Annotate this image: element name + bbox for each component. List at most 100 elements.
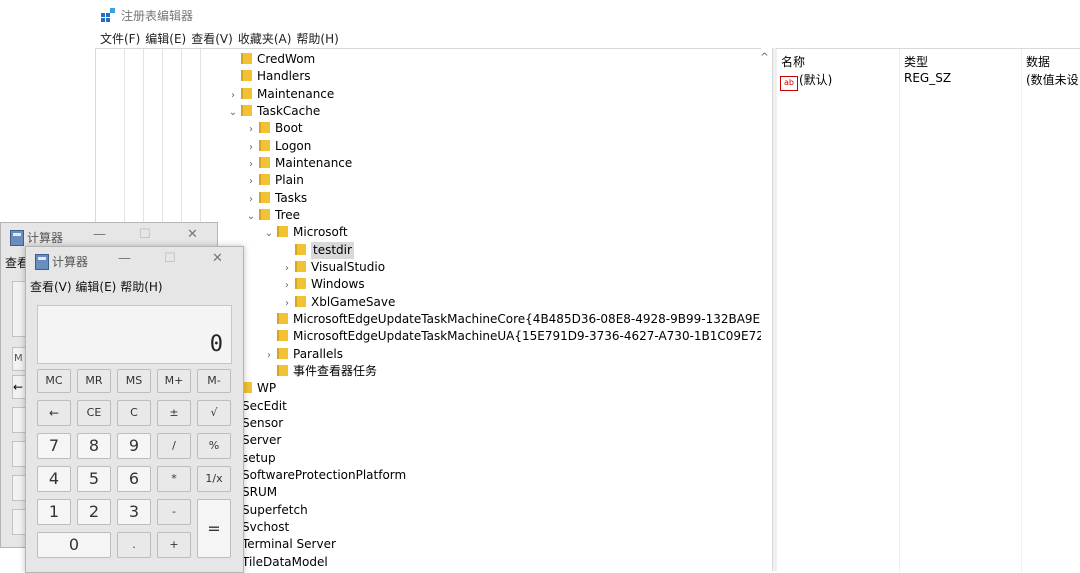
tree-node[interactable]: ⌄ Microsoft bbox=[262, 224, 348, 241]
chevron-right-icon[interactable]: › bbox=[262, 347, 276, 364]
operator-key[interactable]: + bbox=[157, 532, 191, 558]
chevron-right-icon[interactable]: › bbox=[244, 173, 258, 190]
function-key[interactable]: C bbox=[117, 400, 151, 426]
tree-node[interactable]: Superfetch bbox=[242, 502, 308, 519]
digit-key[interactable]: 6 bbox=[117, 466, 151, 492]
operator-key[interactable]: - bbox=[157, 499, 191, 525]
backspace-key[interactable]: ← bbox=[37, 400, 71, 426]
chevron-down-icon[interactable]: ⌄ bbox=[226, 104, 240, 121]
chevron-right-icon[interactable]: › bbox=[280, 260, 294, 277]
tree-node[interactable]: SRUM bbox=[242, 484, 277, 501]
chevron-right-icon[interactable]: › bbox=[244, 121, 258, 138]
column-header-name[interactable]: 名称 bbox=[781, 53, 805, 70]
tree-node[interactable]: ⌄ TaskCache bbox=[226, 103, 320, 120]
equals-key[interactable]: = bbox=[197, 499, 231, 558]
column-header-data[interactable]: 数据 bbox=[1026, 53, 1050, 70]
key-edge[interactable] bbox=[12, 475, 26, 501]
scroll-up-arrow-icon[interactable]: ^ bbox=[756, 52, 773, 63]
tree-node[interactable]: Handlers bbox=[226, 68, 311, 85]
chevron-right-icon[interactable]: › bbox=[226, 87, 240, 104]
tree-node[interactable]: MicrosoftEdgeUpdateTaskMachineCore{4B485… bbox=[262, 311, 761, 328]
menu-view[interactable]: 查看(V) bbox=[30, 280, 72, 294]
tree-node[interactable]: Svchost bbox=[242, 519, 289, 536]
maximize-button[interactable]: ☐ bbox=[139, 227, 151, 242]
tree-node[interactable]: CredWom bbox=[226, 51, 315, 68]
tree-node[interactable]: setup bbox=[242, 450, 276, 467]
close-button[interactable]: ✕ bbox=[212, 251, 223, 266]
digit-key[interactable]: 1 bbox=[37, 499, 71, 525]
tree-node[interactable]: Sensor bbox=[242, 415, 283, 432]
digit-key[interactable]: 8 bbox=[77, 433, 111, 459]
tree-node[interactable]: › Logon bbox=[244, 138, 311, 155]
tree-scrollbar[interactable]: ^ bbox=[756, 48, 773, 571]
memory-key[interactable]: M- bbox=[197, 369, 231, 393]
memory-key-edge[interactable]: M bbox=[12, 347, 26, 371]
back-key-edge[interactable]: ← bbox=[12, 375, 26, 399]
tree-node[interactable]: › Boot bbox=[244, 120, 303, 137]
digit-key[interactable]: 9 bbox=[117, 433, 151, 459]
column-separator[interactable] bbox=[1021, 49, 1022, 572]
chevron-right-icon[interactable]: › bbox=[244, 191, 258, 208]
menu-file[interactable]: 文件(F) bbox=[100, 30, 140, 48]
operator-key[interactable]: * bbox=[157, 466, 191, 492]
digit-key[interactable]: 0 bbox=[37, 532, 111, 558]
minimize-button[interactable]: — bbox=[118, 251, 131, 266]
column-header-type[interactable]: 类型 bbox=[904, 53, 928, 70]
tree-node-label: Svchost bbox=[242, 519, 290, 534]
digit-key[interactable]: 5 bbox=[77, 466, 111, 492]
tree-node[interactable]: › XblGameSave bbox=[280, 294, 395, 311]
tree-node[interactable]: › Parallels bbox=[262, 346, 343, 363]
chevron-right-icon[interactable]: › bbox=[244, 139, 258, 156]
chevron-right-icon[interactable]: › bbox=[280, 277, 294, 294]
tree-node[interactable]: MicrosoftEdgeUpdateTaskMachineUA{15E791D… bbox=[262, 328, 761, 345]
tree-node[interactable]: › Windows bbox=[280, 276, 365, 293]
operator-key[interactable]: 1/x bbox=[197, 466, 231, 492]
digit-key[interactable]: 2 bbox=[77, 499, 111, 525]
tree-node[interactable]: › Maintenance bbox=[244, 155, 352, 172]
tree-node[interactable]: TileDataModel bbox=[242, 554, 328, 571]
key-edge[interactable] bbox=[12, 441, 26, 467]
key-edge[interactable] bbox=[12, 509, 26, 535]
maximize-button[interactable]: ☐ bbox=[164, 251, 176, 266]
menu-view[interactable]: 查看(V) bbox=[191, 30, 233, 48]
chevron-right-icon[interactable]: › bbox=[244, 156, 258, 173]
tree-node[interactable]: Terminal Server bbox=[242, 536, 336, 553]
calculator-window[interactable]: 计算器 — ☐ ✕ 查看(V) 编辑(E) 帮助(H) 0 MC MR MS M+ M-… bbox=[25, 246, 244, 573]
tree-node[interactable]: testdir bbox=[280, 241, 354, 259]
memory-key[interactable]: MC bbox=[37, 369, 71, 393]
key-edge[interactable] bbox=[12, 407, 26, 433]
decimal-key[interactable]: . bbox=[117, 532, 151, 558]
chevron-down-icon[interactable]: ⌄ bbox=[244, 208, 258, 225]
function-key[interactable]: CE bbox=[77, 400, 111, 426]
close-button[interactable]: ✕ bbox=[187, 227, 198, 242]
menu-favorites[interactable]: 收藏夹(A) bbox=[238, 30, 292, 48]
values-list-pane[interactable]: 名称 类型 数据 ab (默认) REG_SZ (数值未设 bbox=[776, 48, 1080, 572]
tree-node[interactable]: SoftwareProtectionPlatform bbox=[242, 467, 406, 484]
menu-help[interactable]: 帮助(H) bbox=[120, 280, 162, 294]
operator-key[interactable]: / bbox=[157, 433, 191, 459]
function-key[interactable]: √ bbox=[197, 400, 231, 426]
minimize-button[interactable]: — bbox=[93, 227, 106, 242]
tree-node[interactable]: › Plain bbox=[244, 172, 304, 189]
tree-node[interactable]: SecEdit bbox=[242, 398, 287, 415]
digit-key[interactable]: 4 bbox=[37, 466, 71, 492]
memory-key[interactable]: MR bbox=[77, 369, 111, 393]
menu-help[interactable]: 帮助(H) bbox=[296, 30, 338, 48]
menu-edit[interactable]: 编辑(E) bbox=[145, 30, 186, 48]
memory-key[interactable]: MS bbox=[117, 369, 151, 393]
function-key[interactable]: ± bbox=[157, 400, 191, 426]
digit-key[interactable]: 7 bbox=[37, 433, 71, 459]
tree-node[interactable]: › VisualStudio bbox=[280, 259, 385, 276]
digit-key[interactable]: 3 bbox=[117, 499, 151, 525]
tree-node[interactable]: Server bbox=[242, 432, 281, 449]
memory-key[interactable]: M+ bbox=[157, 369, 191, 393]
tree-node[interactable]: › Tasks bbox=[244, 190, 307, 207]
operator-key[interactable]: % bbox=[197, 433, 231, 459]
chevron-down-icon[interactable]: ⌄ bbox=[262, 225, 276, 242]
menu-edit[interactable]: 编辑(E) bbox=[75, 280, 116, 294]
tree-node[interactable]: › Maintenance bbox=[226, 86, 334, 103]
chevron-right-icon[interactable]: › bbox=[280, 295, 294, 312]
column-separator[interactable] bbox=[899, 49, 900, 572]
tree-node[interactable]: 事件查看器任务 bbox=[262, 363, 377, 380]
tree-node[interactable]: ⌄ Tree bbox=[244, 207, 300, 224]
